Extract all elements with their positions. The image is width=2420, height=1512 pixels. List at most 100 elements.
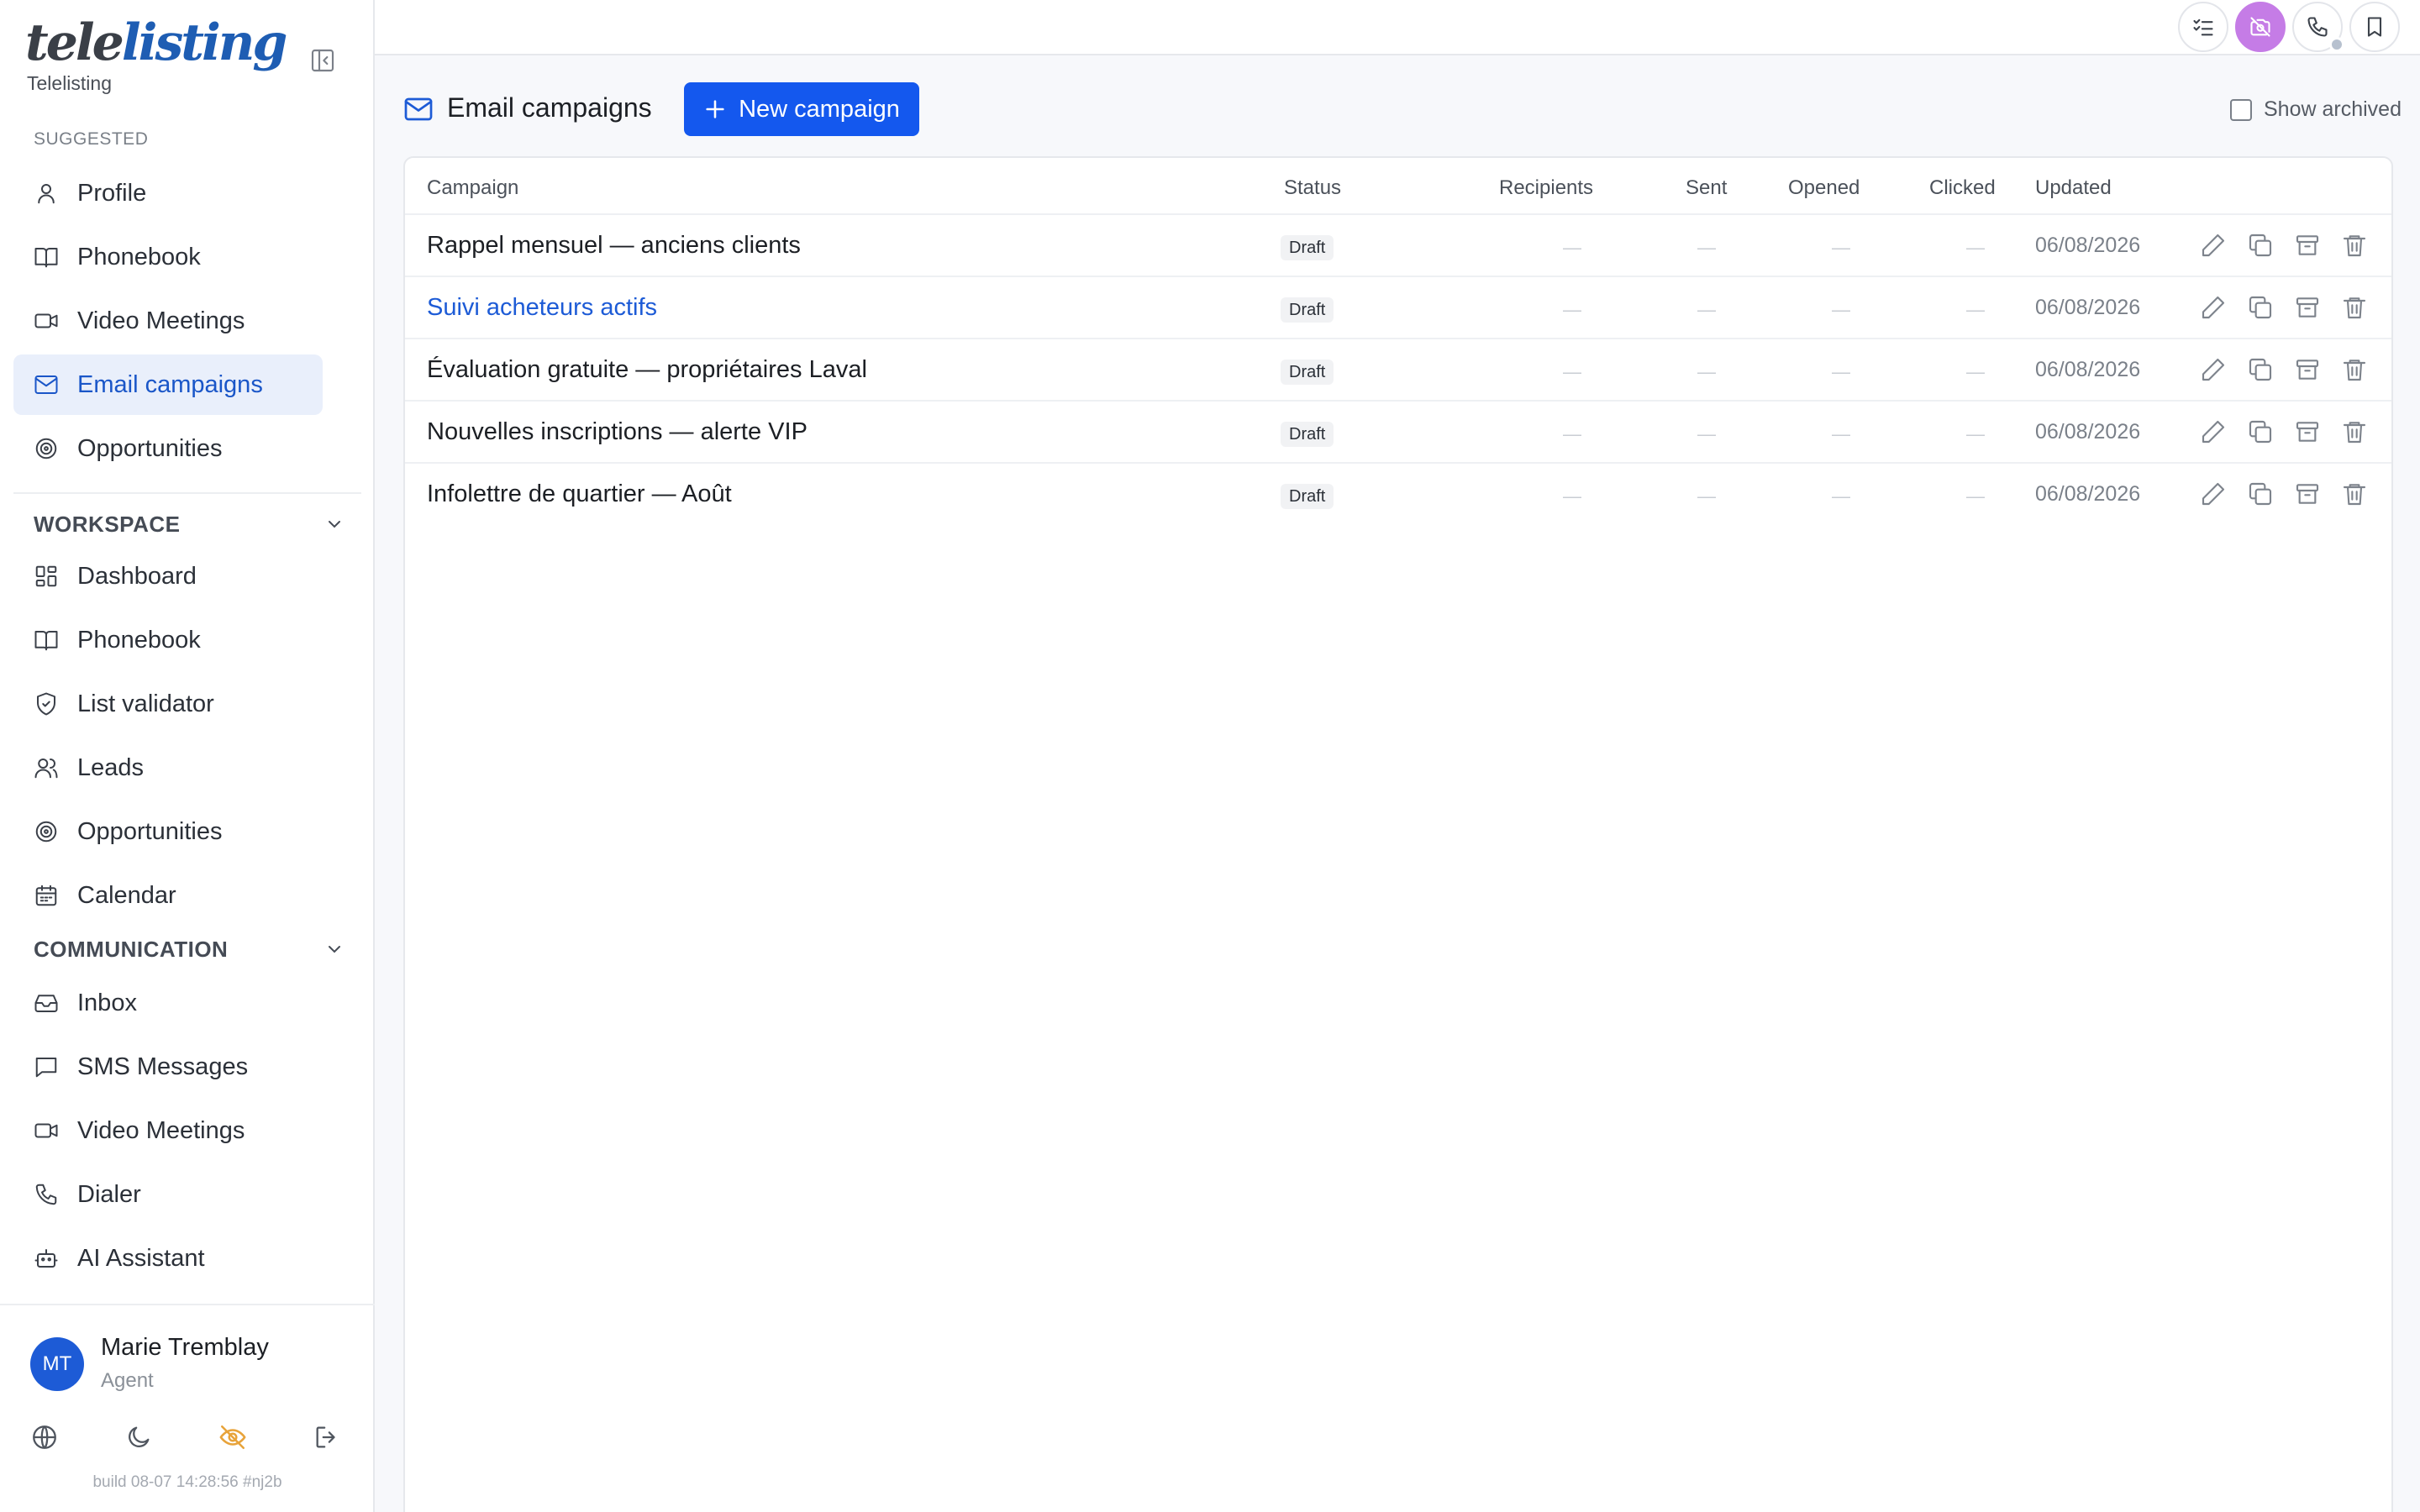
- edit-icon[interactable]: [2200, 418, 2227, 445]
- avatar[interactable]: MT: [30, 1337, 84, 1391]
- duplicate-icon[interactable]: [2247, 232, 2274, 259]
- sidebar-item-list-validator[interactable]: List validator: [13, 674, 323, 734]
- target-icon: [34, 819, 59, 844]
- trash-icon[interactable]: [2341, 480, 2368, 507]
- sidebar-item-sms-messages[interactable]: SMS Messages: [13, 1037, 323, 1097]
- archive-icon[interactable]: [2294, 232, 2321, 259]
- sidebar: telelisting Telelisting SUGGESTED Profil…: [0, 0, 375, 1512]
- clicked-value: —: [1966, 361, 1985, 382]
- brand: telelisting Telelisting: [25, 13, 287, 95]
- column-header-recipients[interactable]: Recipients: [1499, 176, 1593, 200]
- sidebar-item-opportunities-workspace[interactable]: Opportunities: [13, 801, 323, 862]
- archive-icon[interactable]: [2294, 356, 2321, 383]
- sidebar-item-phonebook[interactable]: Phonebook: [13, 227, 323, 287]
- moon-icon[interactable]: [124, 1423, 153, 1452]
- table-row[interactable]: Suivi acheteurs actifs Draft — — — — 06/08/202…: [405, 276, 2391, 338]
- plus-icon: [703, 97, 739, 121]
- workspace-group-header[interactable]: WORKSPACE: [34, 509, 345, 539]
- dashboard-icon: [34, 564, 59, 589]
- archive-icon[interactable]: [2294, 480, 2321, 507]
- sidebar-item-inbox[interactable]: Inbox: [13, 973, 323, 1033]
- edit-icon[interactable]: [2200, 480, 2227, 507]
- sidebar-item-email-campaigns[interactable]: Email campaigns: [13, 354, 323, 415]
- clicked-value: —: [1966, 486, 1985, 507]
- phone-icon: [2306, 15, 2329, 39]
- duplicate-icon[interactable]: [2247, 294, 2274, 321]
- campaign-name[interactable]: Suivi acheteurs actifs: [427, 294, 657, 322]
- opened-value: —: [1832, 361, 1850, 382]
- duplicate-icon[interactable]: [2247, 480, 2274, 507]
- user-icon: [34, 181, 59, 206]
- column-header-updated[interactable]: Updated: [2035, 176, 2112, 200]
- sidebar-item-calendar[interactable]: Calendar: [13, 865, 323, 926]
- campaign-name[interactable]: Infolettre de quartier — Août: [427, 480, 732, 508]
- duplicate-icon[interactable]: [2247, 418, 2274, 445]
- trash-icon[interactable]: [2341, 356, 2368, 383]
- table-row[interactable]: Évaluation gratuite — propriétaires Lava…: [405, 338, 2391, 400]
- collapse-sidebar-icon[interactable]: [309, 47, 336, 74]
- eye-off-icon[interactable]: [218, 1423, 247, 1452]
- column-header-sent[interactable]: Sent: [1686, 176, 1727, 200]
- brand-logo[interactable]: telelisting: [25, 13, 287, 72]
- checklist-icon: [2191, 15, 2215, 39]
- logout-icon[interactable]: [313, 1423, 341, 1452]
- privacy-toggle-button[interactable]: [2235, 2, 2286, 52]
- calendar-icon: [34, 883, 59, 908]
- sidebar-item-label: Profile: [77, 179, 147, 207]
- sidebar-item-label: Email campaigns: [77, 370, 263, 398]
- column-header-opened[interactable]: Opened: [1788, 176, 1860, 200]
- edit-icon[interactable]: [2200, 294, 2227, 321]
- updated-date: 06/08/2026: [2035, 296, 2141, 319]
- brand-logo-prefix: tele: [25, 13, 124, 72]
- trash-icon[interactable]: [2341, 294, 2368, 321]
- table-row[interactable]: Infolettre de quartier — Août Draft — — — — 06…: [405, 462, 2391, 524]
- mail-icon: [403, 94, 434, 124]
- sidebar-item-dialer[interactable]: Dialer: [13, 1164, 323, 1225]
- trash-icon[interactable]: [2341, 418, 2368, 445]
- communication-group-header[interactable]: COMMUNICATION: [34, 934, 345, 964]
- archive-icon[interactable]: [2294, 294, 2321, 321]
- sidebar-item-ai-assistant[interactable]: AI Assistant: [13, 1228, 323, 1289]
- status-badge: Draft: [1281, 235, 1334, 260]
- video-icon: [34, 1118, 59, 1143]
- book-icon: [34, 244, 59, 270]
- bookmark-button[interactable]: [2349, 2, 2400, 52]
- status-badge: Draft: [1281, 360, 1334, 385]
- sidebar-item-label: Leads: [77, 753, 145, 781]
- column-header-campaign[interactable]: Campaign: [427, 176, 518, 200]
- edit-icon[interactable]: [2200, 232, 2227, 259]
- sidebar-item-label: Calendar: [77, 881, 176, 909]
- sidebar-item-phonebook-workspace[interactable]: Phonebook: [13, 610, 323, 670]
- sidebar-item-label: Dialer: [77, 1180, 141, 1208]
- sidebar-item-leads[interactable]: Leads: [13, 738, 323, 798]
- campaign-name[interactable]: Évaluation gratuite — propriétaires Lava…: [427, 356, 867, 384]
- table-row[interactable]: Nouvelles inscriptions — alerte VIP Draft…: [405, 400, 2391, 462]
- show-archived-checkbox[interactable]: [2230, 98, 2252, 121]
- new-campaign-button[interactable]: New campaign: [684, 82, 919, 136]
- column-header-clicked[interactable]: Clicked: [1929, 176, 1996, 200]
- duplicate-icon[interactable]: [2247, 356, 2274, 383]
- sidebar-item-video-meetings[interactable]: Video Meetings: [13, 291, 323, 351]
- campaign-name[interactable]: Rappel mensuel — anciens clients: [427, 232, 801, 260]
- archive-icon[interactable]: [2294, 418, 2321, 445]
- trash-icon[interactable]: [2341, 232, 2368, 259]
- book-icon: [34, 627, 59, 653]
- globe-icon[interactable]: [30, 1423, 59, 1452]
- clicked-value: —: [1966, 237, 1985, 258]
- opened-value: —: [1832, 423, 1850, 444]
- campaign-name[interactable]: Nouvelles inscriptions — alerte VIP: [427, 418, 808, 446]
- sent-value: —: [1697, 299, 1716, 320]
- sidebar-item-opportunities[interactable]: Opportunities: [13, 418, 323, 479]
- column-header-status[interactable]: Status: [1284, 176, 1341, 200]
- show-archived-toggle[interactable]: Show archived: [2230, 97, 2402, 122]
- status-badge: Draft: [1281, 297, 1334, 323]
- sidebar-item-video-meetings-comm[interactable]: Video Meetings: [13, 1100, 323, 1161]
- users-icon: [34, 755, 59, 780]
- new-campaign-label: New campaign: [739, 95, 900, 123]
- tasks-button[interactable]: [2178, 2, 2228, 52]
- edit-icon[interactable]: [2200, 356, 2227, 383]
- sidebar-item-profile[interactable]: Profile: [13, 163, 323, 223]
- sidebar-item-label: Phonebook: [77, 626, 201, 654]
- sidebar-item-dashboard[interactable]: Dashboard: [13, 546, 323, 606]
- table-row[interactable]: Rappel mensuel — anciens clients Draft — — —…: [405, 213, 2391, 276]
